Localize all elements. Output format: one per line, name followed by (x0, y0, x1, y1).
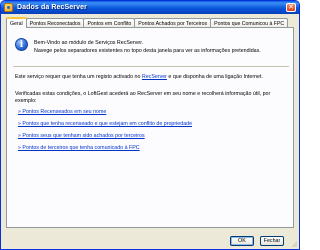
intro-line-welcome: Bem-Vindo ao módulo de Serviços RecServe… (34, 40, 144, 46)
link-pontos-comunicados-fpc[interactable]: » Pontos de terceiros que tenha comunica… (18, 142, 288, 154)
app-icon (4, 3, 13, 12)
link-pontos-recenseados[interactable]: » Pontos Recenseados em seu nome (18, 106, 288, 118)
link-pontos-em-conflito[interactable]: » Pontos que tenha recenseado e que este… (18, 118, 288, 130)
close-button[interactable]: Fechar (260, 236, 284, 246)
service-text-before: Este serviço requer que tenha um registo… (15, 74, 142, 80)
divider (13, 66, 289, 67)
conditions-text: Verificadas estas condições, o LoftGest … (15, 91, 271, 104)
title-bar[interactable]: Dados da RecServer ✕ (1, 1, 299, 14)
dialog-window: Dados da RecServer ✕ Geral Pontos Recone… (0, 0, 300, 250)
tab-geral[interactable]: Geral (6, 17, 27, 28)
intro-line-navigate: Navege pelos separadores existentes no t… (34, 48, 261, 54)
tab-panel-geral: Bem-Vindo ao módulo de Serviços RecServe… (6, 27, 294, 228)
info-icon (15, 38, 28, 51)
window-close-button[interactable]: ✕ (286, 3, 296, 12)
intro-text: Bem-Vindo ao módulo de Serviços RecServe… (34, 39, 289, 55)
window-title: Dados da RecServer (17, 4, 87, 11)
ok-button[interactable]: OK (230, 236, 254, 246)
service-requirement-text: Este serviço requer que tenha um registo… (15, 74, 291, 81)
link-pontos-achados[interactable]: » Pontos seus que tenham sido achados po… (18, 130, 288, 142)
service-text-after: e que disponha de uma ligação Internet. (166, 74, 263, 80)
info-links-list: » Pontos Recenseados em seu nome » Ponto… (18, 106, 288, 154)
recserver-link[interactable]: RecServer (142, 74, 167, 80)
resize-grip[interactable] (291, 241, 297, 247)
